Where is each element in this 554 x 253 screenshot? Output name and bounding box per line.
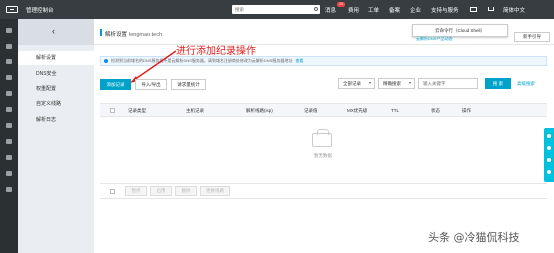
- help-dot-icon: [547, 134, 551, 138]
- search-mode-select[interactable]: 精确搜索: [378, 78, 415, 89]
- col-ttl: TTL: [391, 108, 400, 113]
- product-icon-rail: [0, 19, 18, 253]
- global-search[interactable]: [232, 5, 320, 14]
- shield-icon[interactable]: [6, 59, 12, 64]
- col-record-type[interactable]: 记录类型: [128, 108, 146, 114]
- floating-help-tab[interactable]: [544, 128, 554, 182]
- annotation-label: 进行添加纪录操作: [176, 46, 256, 57]
- chevron-left-icon[interactable]: ‹: [52, 26, 55, 36]
- subnav-item-dns-security[interactable]: DNS安全: [18, 67, 94, 81]
- record-filter-select[interactable]: 全部记录: [338, 78, 375, 89]
- help-dot-icon: [547, 146, 551, 150]
- col-status: 状态: [431, 108, 440, 113]
- dns-subnav: ‹ 解析设置 DNS安全 权重配置 自定义线路 解析日志: [18, 19, 94, 253]
- content-header: 解析设置 lengmao.tech 云命令行（Cloud Shell） 云解析DN…: [94, 19, 554, 45]
- record-filter-value: 全部记录: [343, 81, 361, 86]
- select-all-checkbox[interactable]: [110, 108, 115, 113]
- nav-language[interactable]: 简体中文: [503, 6, 525, 14]
- subnav-item-weight-config[interactable]: 权重配置: [18, 82, 94, 96]
- network-icon[interactable]: [6, 123, 12, 128]
- console-brand[interactable]: 管理控制台: [26, 6, 54, 14]
- col-actions: 操作: [462, 108, 471, 113]
- add-record-button[interactable]: 添加记录: [100, 79, 131, 90]
- bag-icon[interactable]: [6, 187, 12, 192]
- database-icon[interactable]: [6, 91, 12, 96]
- col-resolution-line[interactable]: 解析线路(isp): [246, 108, 273, 114]
- page-domain: lengmao.tech: [129, 32, 163, 38]
- page-title: 解析设置 lengmao.tech: [105, 32, 163, 38]
- message-count-badge: 19: [337, 2, 345, 7]
- search-mode-value: 精确搜索: [383, 81, 401, 86]
- help-dot-icon: [547, 170, 551, 174]
- menu-icon[interactable]: [6, 28, 12, 33]
- request-stats-button[interactable]: 请求量统计: [171, 79, 206, 90]
- aliyun-logo-icon[interactable]: [6, 6, 18, 13]
- product-news-link[interactable]: 云解析DNS产品动态: [416, 36, 452, 42]
- settings-icon[interactable]: [6, 171, 12, 176]
- cart-icon[interactable]: [488, 7, 494, 11]
- advanced-search-link[interactable]: 高级搜索: [517, 81, 535, 87]
- info-icon: [104, 59, 108, 63]
- chevron-down-icon: [369, 82, 371, 84]
- nav-tickets[interactable]: 工单: [368, 6, 379, 14]
- import-export-button[interactable]: 导入/导出: [135, 79, 167, 90]
- grid-icon[interactable]: [6, 44, 12, 49]
- search-icon[interactable]: [314, 7, 318, 11]
- subnav-item-resolution-settings[interactable]: 解析设置: [18, 51, 94, 65]
- empty-box-icon: [312, 129, 332, 147]
- nav-support[interactable]: 支持与服务: [431, 6, 459, 14]
- nav-messages[interactable]: 消息: [325, 6, 336, 14]
- keyword-input[interactable]: [418, 78, 478, 89]
- back-button[interactable]: ‹: [18, 19, 94, 45]
- globe-icon[interactable]: [6, 139, 12, 144]
- enable-button[interactable]: 启用: [150, 186, 172, 196]
- search-button[interactable]: 搜 索: [485, 78, 511, 89]
- pause-button[interactable]: 暂停: [125, 186, 147, 196]
- title-accent-bar: [100, 29, 102, 36]
- col-mx-priority: MX优先级: [347, 108, 368, 113]
- mail-icon[interactable]: [470, 7, 477, 12]
- delete-button[interactable]: 删除: [175, 186, 197, 196]
- col-host-record: 主机记录: [186, 108, 204, 113]
- top-navigation-bar: 管理控制台 消息 19 费用 工单 备案 企业 支持与服务 简体中文: [0, 0, 554, 19]
- records-table-header: 记录类型 主机记录 解析线路(isp) 记录值 MX优先级 TTL 状态 操作: [100, 103, 547, 117]
- chevron-down-icon: [409, 82, 411, 84]
- notice-view-link[interactable]: 查看: [295, 58, 303, 63]
- change-line-button[interactable]: 更换线路: [200, 186, 230, 196]
- col-record-value: 记录值: [304, 108, 318, 113]
- nav-billing[interactable]: 费用: [348, 6, 359, 14]
- dns-server-notice: 检测到当前域名的DNS服务器不是云解析DNS服务器，请到域名注册商处修改为云解析…: [100, 56, 547, 66]
- notice-text: 检测到当前域名的DNS服务器不是云解析DNS服务器，请到域名注册商处修改为云解析…: [111, 58, 293, 63]
- select-all-footer-checkbox[interactable]: [110, 189, 115, 194]
- help-dot-icon: [547, 158, 551, 162]
- global-search-input[interactable]: [232, 5, 310, 14]
- beginner-guide-button[interactable]: 新手引导: [514, 32, 550, 42]
- close-x-icon[interactable]: [6, 107, 12, 112]
- nav-icp-filing[interactable]: 备案: [389, 6, 400, 14]
- subnav-item-custom-lines[interactable]: 自定义线路: [18, 97, 94, 111]
- nav-enterprise[interactable]: 企业: [410, 6, 421, 14]
- empty-state-text: 暂无数据: [314, 153, 332, 158]
- server-icon[interactable]: [6, 75, 12, 80]
- watermark: 头条 @冷猫侃科技: [428, 231, 520, 244]
- subnav-item-resolution-logs[interactable]: 解析日志: [18, 113, 94, 127]
- monitor-icon[interactable]: [6, 155, 12, 160]
